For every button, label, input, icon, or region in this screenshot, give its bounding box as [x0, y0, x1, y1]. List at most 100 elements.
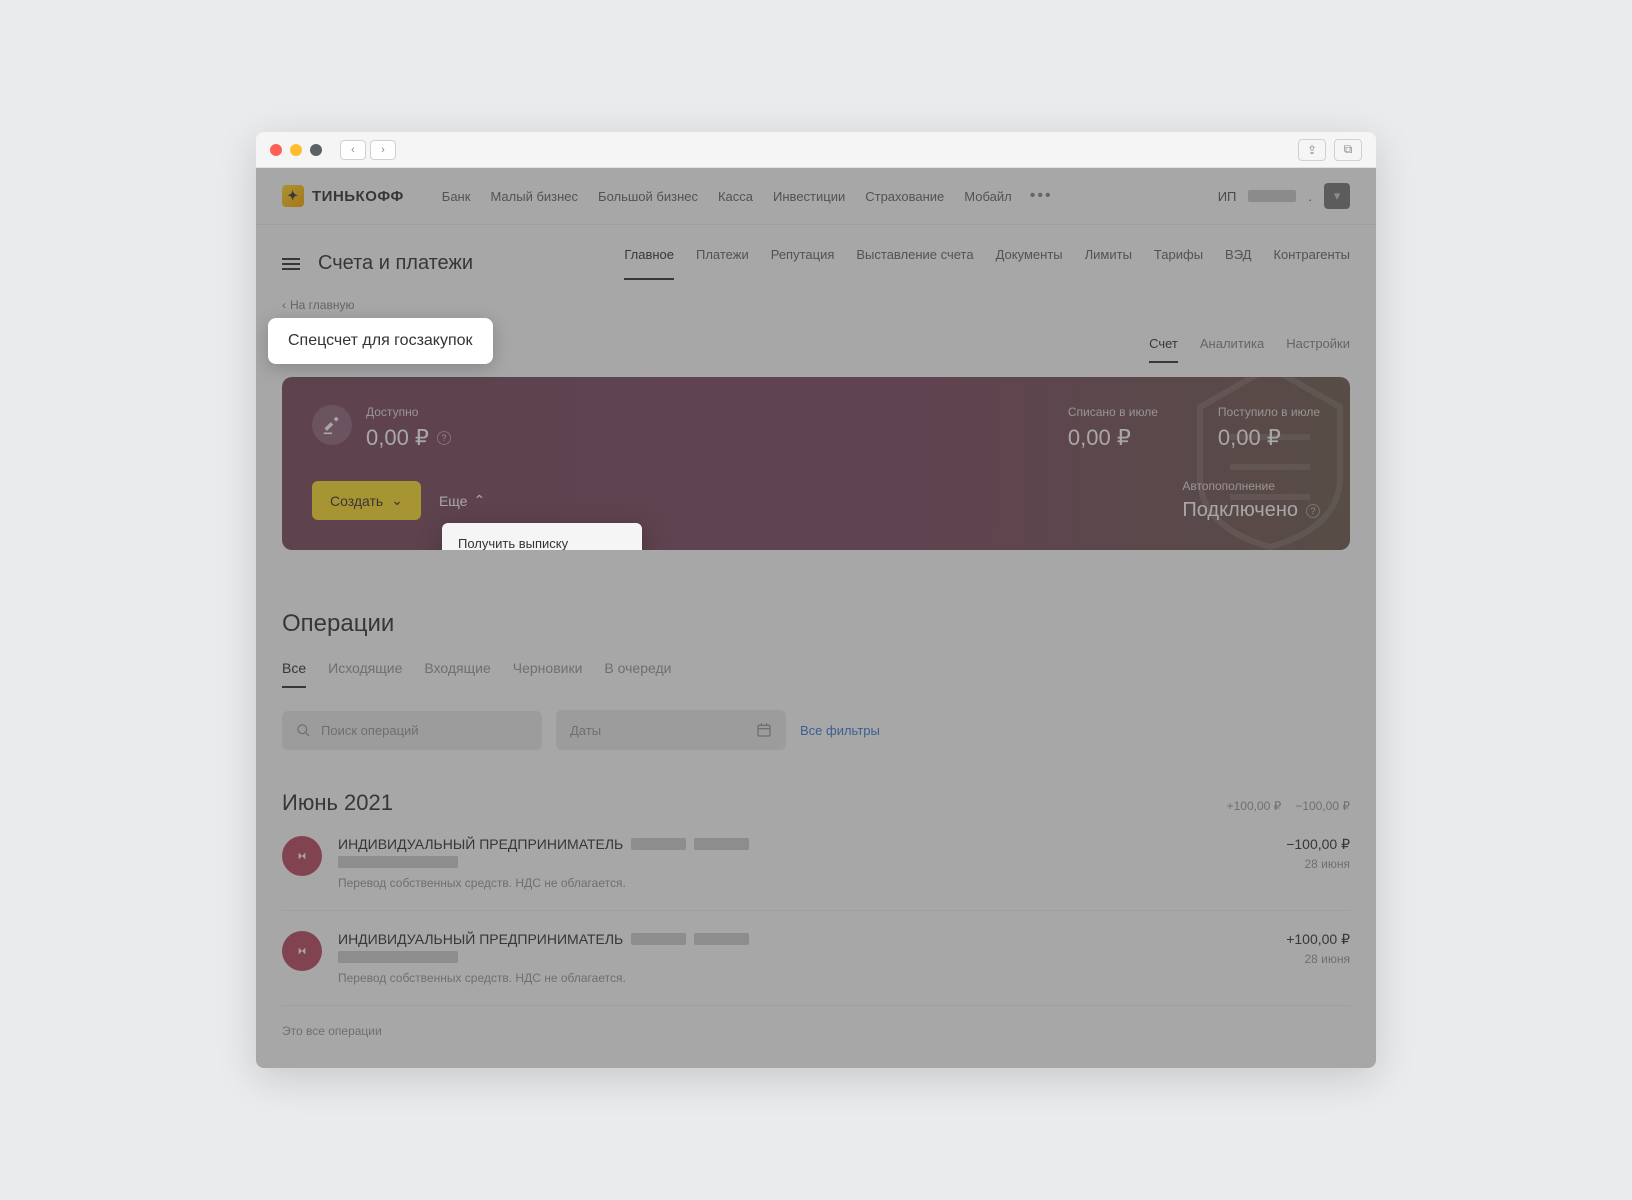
hero-row: Доступно 0,00 ₽ ? Списано в июле 0,00 ₽: [312, 405, 1320, 451]
calendar-icon: [756, 722, 772, 738]
breadcrumb-text: На главную: [290, 298, 354, 312]
page-area: Спецсчет для госзакупок СчетАналитикаНас…: [256, 318, 1376, 1068]
help-icon[interactable]: ?: [437, 431, 451, 445]
dates-input[interactable]: Даты: [556, 710, 786, 750]
user-redacted: [1248, 190, 1296, 202]
dropdown-item[interactable]: Получить выписку: [442, 523, 642, 550]
search-icon: [296, 723, 311, 738]
more-button[interactable]: Еще ⌃: [439, 492, 485, 509]
menu-icon[interactable]: [282, 258, 300, 270]
available-label: Доступно: [366, 405, 451, 419]
credited-label: Поступило в июле: [1218, 405, 1320, 419]
chevron-down-icon: ⌄: [391, 492, 403, 509]
back-button[interactable]: ‹: [340, 140, 366, 160]
account-tab[interactable]: Счет: [1149, 336, 1178, 363]
page-content: ✦ ТИНЬКОФФ Банк Малый бизнес Большой бизне…: [256, 168, 1376, 1068]
month-header: Июнь 2021 +100,00 ₽ −100,00 ₽: [282, 790, 1350, 816]
create-button[interactable]: Создать ⌄: [312, 481, 421, 520]
top-link[interactable]: Банк: [442, 189, 471, 204]
sub-link[interactable]: Главное: [624, 247, 674, 280]
tx-right: −100,00 ₽ 28 июня: [1286, 836, 1350, 890]
filter-tab[interactable]: Исходящие: [328, 660, 402, 688]
tx-amount: +100,00 ₽: [1286, 931, 1350, 948]
traffic-lights: [270, 144, 322, 156]
tx-right: +100,00 ₽ 28 июня: [1286, 931, 1350, 985]
hero-actions: Создать ⌄ Еще ⌃ Автопополнение Подключен…: [312, 479, 1320, 522]
month-title: Июнь 2021: [282, 790, 393, 816]
filter-tabs: Все Исходящие Входящие Черновики В очереди: [282, 660, 1350, 688]
tx-redacted: [338, 856, 458, 868]
more-dropdown: Получить выпискуПосмотреть реквизитыОткл…: [442, 523, 642, 550]
tx-desc: Перевод собственных средств. НДС не обла…: [338, 876, 1270, 890]
debited-block: Списано в июле 0,00 ₽: [1068, 405, 1158, 451]
help-icon[interactable]: ?: [1306, 504, 1320, 518]
zoom-dot[interactable]: [310, 144, 322, 156]
share-icon[interactable]: ⇪: [1298, 139, 1326, 161]
tabs-icon[interactable]: ⧉: [1334, 139, 1362, 161]
sub-links: Главное Платежи Репутация Выставление счета…: [624, 247, 1350, 280]
top-links: Банк Малый бизнес Большой бизнес Касса Инвес…: [442, 189, 1012, 204]
transaction-list: ИНДИВИДУАЛЬНЫЙ ПРЕДПРИНИМАТЕЛЬ Перевод с…: [282, 816, 1350, 1006]
top-link[interactable]: Инвестиции: [773, 189, 845, 204]
debited-label: Списано в июле: [1068, 405, 1158, 419]
close-dot[interactable]: [270, 144, 282, 156]
minimize-dot[interactable]: [290, 144, 302, 156]
filter-tab[interactable]: Входящие: [424, 660, 490, 688]
sub-link[interactable]: Тарифы: [1154, 247, 1203, 280]
brand-text: ТИНЬКОФФ: [312, 188, 404, 205]
nav-arrows: ‹ ›: [340, 140, 396, 160]
sub-link[interactable]: Выставление счета: [856, 247, 973, 280]
transaction-row[interactable]: ИНДИВИДУАЛЬНЫЙ ПРЕДПРИНИМАТЕЛЬ Перевод с…: [282, 911, 1350, 1006]
user-prefix: ИП: [1218, 189, 1237, 204]
tx-name: ИНДИВИДУАЛЬНЫЙ ПРЕДПРИНИМАТЕЛЬ: [338, 931, 1270, 947]
sub-link[interactable]: Платежи: [696, 247, 749, 280]
all-filters-link[interactable]: Все фильтры: [800, 723, 880, 738]
top-link[interactable]: Малый бизнес: [490, 189, 578, 204]
tx-date: 28 июня: [1286, 857, 1350, 871]
top-nav: ✦ ТИНЬКОФФ Банк Малый бизнес Большой бизне…: [256, 168, 1376, 225]
top-link[interactable]: Касса: [718, 189, 753, 204]
user-area[interactable]: ИП . ▾: [1218, 183, 1350, 209]
forward-button[interactable]: ›: [370, 140, 396, 160]
operations-footer: Это все операции: [282, 1024, 1350, 1038]
top-link[interactable]: Большой бизнес: [598, 189, 698, 204]
available-block: Доступно 0,00 ₽ ?: [312, 405, 451, 451]
month-sums: +100,00 ₽ −100,00 ₽: [1227, 799, 1350, 813]
transaction-row[interactable]: ИНДИВИДУАЛЬНЫЙ ПРЕДПРИНИМАТЕЛЬ Перевод с…: [282, 816, 1350, 911]
tx-amount: −100,00 ₽: [1286, 836, 1350, 853]
section-title: Счета и платежи: [318, 252, 473, 275]
filter-tab[interactable]: В очереди: [604, 660, 671, 688]
logo[interactable]: ✦ ТИНЬКОФФ: [282, 185, 404, 207]
title-bar: ‹ › ⇪ ⧉: [256, 132, 1376, 168]
top-link[interactable]: Страхование: [865, 189, 944, 204]
autorefill-block: Автопополнение Подключено ?: [1182, 479, 1320, 522]
chevron-up-icon: ⌃: [473, 492, 485, 509]
sub-link[interactable]: Репутация: [771, 247, 835, 280]
tx-date: 28 июня: [1286, 952, 1350, 966]
filter-tab[interactable]: Черновики: [513, 660, 583, 688]
top-link[interactable]: Мобайл: [964, 189, 1011, 204]
tx-desc: Перевод собственных средств. НДС не обла…: [338, 971, 1270, 985]
account-tab[interactable]: Настройки: [1286, 336, 1350, 363]
avatar[interactable]: ▾: [1324, 183, 1350, 209]
filter-tab[interactable]: Все: [282, 660, 306, 688]
sub-link[interactable]: Документы: [996, 247, 1063, 280]
sub-link[interactable]: ВЭД: [1225, 247, 1251, 280]
operations-title: Операции: [282, 610, 1350, 638]
title-bar-right: ⇪ ⧉: [1298, 139, 1362, 161]
more-icon[interactable]: •••: [1030, 187, 1053, 205]
search-input[interactable]: Поиск операций: [282, 711, 542, 750]
gavel-icon: [312, 405, 352, 445]
sub-link[interactable]: Контрагенты: [1273, 247, 1350, 280]
breadcrumb[interactable]: ‹ На главную: [256, 280, 1376, 318]
tx-body: ИНДИВИДУАЛЬНЫЙ ПРЕДПРИНИМАТЕЛЬ Перевод с…: [338, 931, 1270, 985]
debited-value: 0,00 ₽: [1068, 425, 1158, 451]
tx-body: ИНДИВИДУАЛЬНЫЙ ПРЕДПРИНИМАТЕЛЬ Перевод с…: [338, 836, 1270, 890]
available-value: 0,00 ₽ ?: [366, 425, 451, 451]
account-tab[interactable]: Аналитика: [1200, 336, 1264, 363]
transfer-icon: [282, 836, 322, 876]
sub-link[interactable]: Лимиты: [1085, 247, 1132, 280]
autorefill-value: Подключено ?: [1182, 499, 1320, 522]
search-row: Поиск операций Даты Все фильтры: [282, 710, 1350, 750]
month-in: +100,00 ₽: [1227, 799, 1282, 813]
